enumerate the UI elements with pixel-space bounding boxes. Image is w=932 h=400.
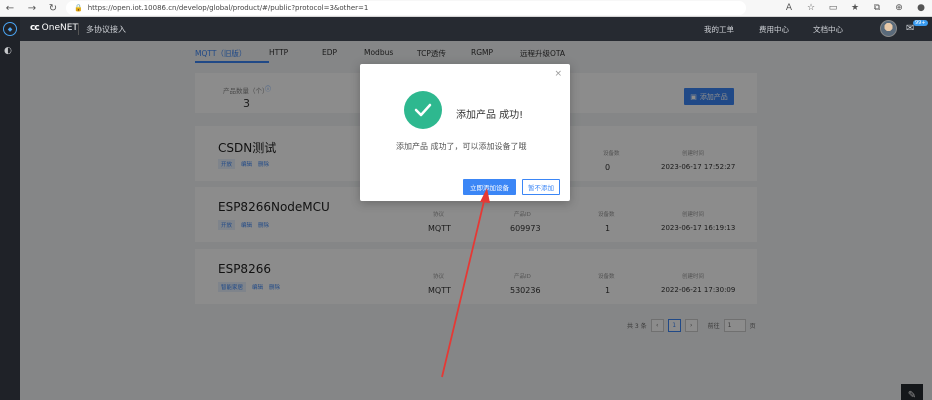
- collections-icon[interactable]: ⧉: [870, 1, 884, 15]
- extensions-icon[interactable]: ⊕: [892, 1, 906, 15]
- header-divider: [78, 23, 79, 35]
- success-dialog: × 添加产品 成功! 添加产品 成功了，可以添加设备了哦 立即添加设备 暂不添加: [360, 64, 570, 201]
- billing-link[interactable]: 费用中心: [759, 24, 789, 35]
- browser-toolbar: ← → ↻ 🔒 https://open.iot.10086.cn/develo…: [0, 0, 932, 17]
- address-bar[interactable]: 🔒 https://open.iot.10086.cn/develop/glob…: [66, 1, 746, 15]
- brand-logo[interactable]: cc OneNET: [30, 23, 78, 33]
- lock-icon: 🔒: [74, 4, 83, 12]
- tickets-link[interactable]: 我的工单: [704, 24, 734, 35]
- onenet-mark-icon: cc: [30, 23, 40, 33]
- left-rail: ◆ ◐: [0, 17, 20, 400]
- profile-icon[interactable]: ●: [914, 1, 928, 15]
- forward-icon[interactable]: →: [24, 0, 40, 16]
- mail-badge: 99+: [913, 20, 928, 26]
- docs-link[interactable]: 文档中心: [813, 24, 843, 35]
- product-type: 多协议接入: [86, 25, 126, 34]
- not-now-button[interactable]: 暂不添加: [522, 179, 560, 195]
- app-header: cc OneNET 多协议接入 我的工单 费用中心 文档中心 ✉ 99+: [20, 17, 932, 41]
- zoom-icon[interactable]: A: [782, 1, 796, 15]
- favorites-icon[interactable]: ★: [848, 1, 862, 15]
- onenet-logo-icon[interactable]: ◆: [3, 22, 17, 36]
- theme-icon[interactable]: ◐: [4, 46, 12, 56]
- success-check-icon: [404, 91, 442, 129]
- split-screen-icon[interactable]: ▭: [826, 1, 840, 15]
- close-icon[interactable]: ×: [554, 69, 562, 79]
- reload-icon[interactable]: ↻: [45, 0, 61, 16]
- back-icon[interactable]: ←: [2, 0, 18, 16]
- dialog-message: 添加产品 成功了，可以添加设备了哦: [396, 142, 527, 151]
- favorite-icon[interactable]: ☆: [804, 1, 818, 15]
- brand-name: OneNET: [41, 23, 78, 33]
- add-device-now-button[interactable]: 立即添加设备: [463, 179, 516, 195]
- url-text: https://open.iot.10086.cn/develop/global…: [87, 4, 369, 12]
- avatar[interactable]: [880, 20, 897, 37]
- dialog-title: 添加产品 成功!: [456, 110, 524, 121]
